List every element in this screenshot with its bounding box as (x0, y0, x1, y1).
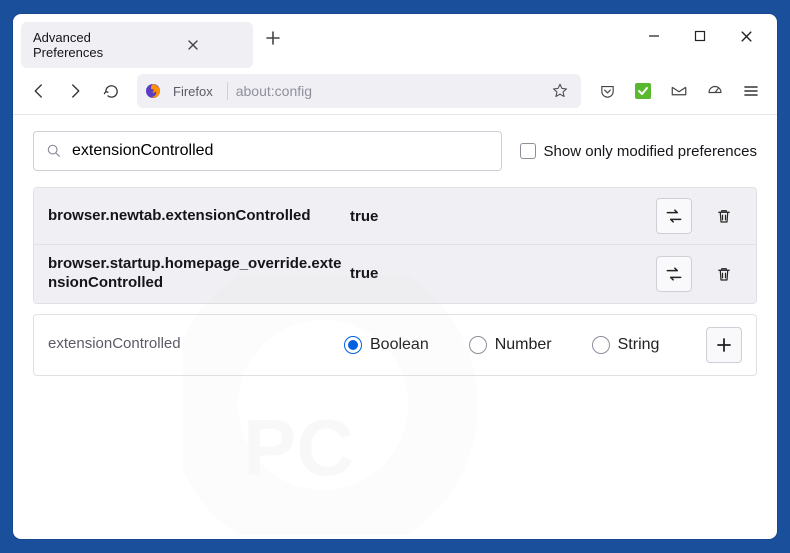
pref-name: browser.newtab.extensionControlled (48, 207, 344, 226)
pref-search-input[interactable] (72, 142, 489, 160)
pref-name: browser.startup.homepage_override.extens… (48, 255, 344, 293)
svg-text:PC: PC (243, 403, 354, 492)
reload-button[interactable] (95, 75, 127, 107)
delete-button[interactable] (706, 256, 742, 292)
show-only-modified-checkbox[interactable]: Show only modified preferences (520, 143, 757, 160)
navigation-toolbar: Firefox about:config (13, 68, 777, 115)
search-row: Show only modified preferences (33, 131, 757, 171)
tab-active[interactable]: Advanced Preferences (21, 22, 253, 68)
inbox-icon[interactable] (663, 75, 695, 107)
maximize-button[interactable] (677, 20, 723, 52)
pref-value: true (344, 208, 656, 225)
app-menu-button[interactable] (735, 75, 767, 107)
firefox-logo-icon (145, 83, 161, 99)
radio-boolean[interactable]: Boolean (344, 336, 429, 354)
radio-number[interactable]: Number (469, 336, 552, 354)
checkbox-label: Show only modified preferences (544, 143, 757, 160)
pref-row[interactable]: browser.newtab.extensionControlled true (34, 188, 756, 245)
new-tab-button[interactable] (259, 24, 287, 52)
titlebar: Advanced Preferences (13, 14, 777, 68)
toggle-button[interactable] (656, 256, 692, 292)
pref-search-box[interactable] (33, 131, 502, 171)
back-button[interactable] (23, 75, 55, 107)
pref-actions (656, 198, 742, 234)
add-button[interactable] (706, 327, 742, 363)
radio-string[interactable]: String (592, 336, 660, 354)
pref-actions (656, 256, 742, 292)
pref-table: browser.newtab.extensionControlled true … (33, 187, 757, 304)
pref-value: true (344, 265, 656, 282)
pocket-icon[interactable] (591, 75, 623, 107)
toggle-button[interactable] (656, 198, 692, 234)
extension-icon[interactable] (627, 75, 659, 107)
add-pref-row: extensionControlled Boolean Number Strin… (34, 315, 756, 375)
search-icon (46, 143, 62, 159)
browser-window: Advanced Preferences (13, 14, 777, 539)
dashboard-icon[interactable] (699, 75, 731, 107)
delete-button[interactable] (706, 198, 742, 234)
forward-button[interactable] (59, 75, 91, 107)
checkbox-icon (520, 143, 536, 159)
pref-row[interactable]: browser.startup.homepage_override.extens… (34, 245, 756, 303)
separator (227, 82, 228, 100)
bookmark-star-icon[interactable] (551, 82, 569, 100)
tab-close-icon[interactable] (142, 38, 243, 52)
minimize-button[interactable] (631, 20, 677, 52)
type-radios: Boolean Number String (344, 336, 706, 354)
add-pref-table: extensionControlled Boolean Number Strin… (33, 314, 757, 376)
add-pref-name: extensionControlled (48, 335, 344, 354)
tab-title: Advanced Preferences (33, 30, 134, 60)
about-config-page: PC Show only modified preferences browse… (13, 115, 777, 539)
url-text: about:config (236, 83, 545, 99)
url-bar[interactable]: Firefox about:config (137, 74, 581, 108)
window-controls (631, 20, 769, 52)
close-button[interactable] (723, 20, 769, 52)
identity-label: Firefox (167, 81, 219, 102)
